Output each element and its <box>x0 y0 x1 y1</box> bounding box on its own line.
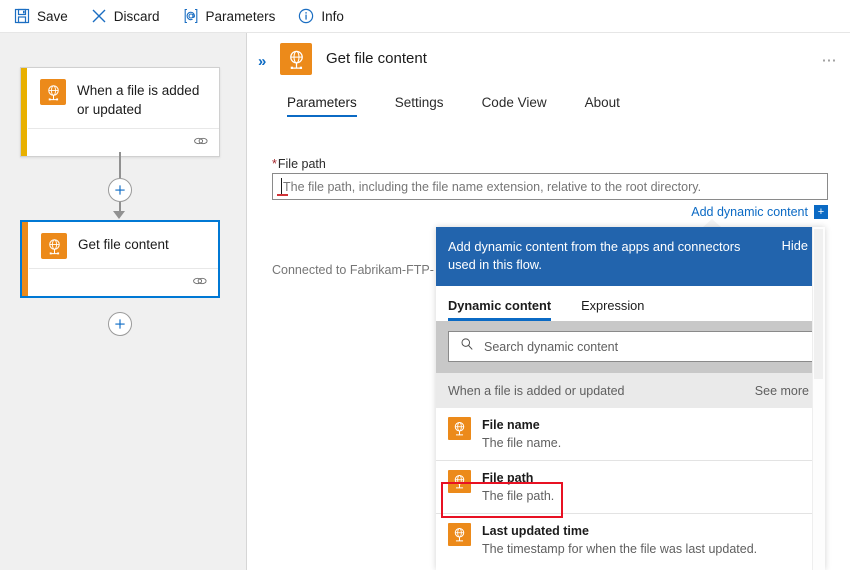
page-title: Get file content <box>326 50 427 67</box>
node-footer <box>28 128 219 156</box>
info-circle-icon <box>298 8 314 24</box>
ftp-connector-icon <box>448 470 471 493</box>
scrollbar-thumb[interactable] <box>814 229 823 379</box>
list-item[interactable]: File path The file path. <box>436 461 825 514</box>
connection-link-icon[interactable] <box>193 134 209 152</box>
flyout-header-text: Add dynamic content from the apps and co… <box>448 238 748 274</box>
flyout-header: Add dynamic content from the apps and co… <box>436 227 825 286</box>
discard-label: Discard <box>114 9 160 24</box>
search-icon <box>460 337 474 356</box>
flow-connector <box>119 152 121 178</box>
connection-status: Connected to Fabrikam-FTP- <box>272 263 434 277</box>
ftp-connector-icon <box>280 43 312 75</box>
ftp-connector-icon <box>40 79 66 105</box>
dynamic-content-list: File name The file name. File path <box>436 408 825 566</box>
chevron-double-right-icon[interactable]: » <box>258 53 265 70</box>
save-icon <box>14 8 30 24</box>
node-header: When a file is added or updated <box>21 68 219 128</box>
plus-icon[interactable]: + <box>814 205 828 219</box>
list-item-description: The file path. <box>482 489 554 503</box>
add-step-button-2[interactable] <box>108 312 132 336</box>
text-caret <box>281 178 282 195</box>
command-bar: Save Discard Parameters <box>0 0 850 33</box>
list-item-name: File path <box>482 471 533 485</box>
flow-node-action[interactable]: Get file content <box>20 220 220 298</box>
list-item[interactable]: File name The file name. <box>436 408 825 461</box>
hide-button[interactable]: Hide <box>782 238 808 253</box>
node-accent-bar <box>22 222 28 296</box>
list-item-description: The timestamp for when the file was last… <box>482 542 757 556</box>
node-title: Get file content <box>78 233 169 254</box>
dynamic-content-group-header: When a file is added or updated See more <box>436 373 825 408</box>
ellipsis-icon[interactable]: ⋯ <box>822 51 839 69</box>
ftp-connector-icon <box>41 233 67 259</box>
node-accent-bar <box>21 68 27 156</box>
list-item[interactable]: Last updated time The timestamp for when… <box>436 514 825 566</box>
ftp-connector-icon <box>448 417 471 440</box>
list-item-description: The file name. <box>482 436 561 450</box>
search-placeholder: Search dynamic content <box>484 340 618 354</box>
save-label: Save <box>37 9 68 24</box>
tab-about[interactable]: About <box>585 95 620 117</box>
ftp-connector-icon <box>448 523 471 546</box>
node-header: Get file content <box>22 222 218 268</box>
list-item-name: Last updated time <box>482 524 589 538</box>
save-button[interactable]: Save <box>14 0 79 33</box>
flyout-tabs: Dynamic content Expression <box>436 286 825 321</box>
see-more-link[interactable]: See more <box>755 384 809 398</box>
flow-arrow <box>113 211 125 219</box>
required-marker: * <box>272 157 277 171</box>
discard-x-icon <box>91 8 107 24</box>
flyout-scrollbar[interactable] <box>812 227 825 570</box>
parameters-button[interactable]: Parameters <box>183 0 287 33</box>
connection-link-icon[interactable] <box>192 274 208 292</box>
list-item-name: File name <box>482 418 540 432</box>
dynamic-content-flyout: Add dynamic content from the apps and co… <box>436 227 825 570</box>
flyout-search-area: Search dynamic content <box>436 321 825 373</box>
details-tabs: Parameters Settings Code View About <box>287 95 658 117</box>
parameters-label: Parameters <box>206 9 276 24</box>
discard-button[interactable]: Discard <box>91 0 171 33</box>
add-dynamic-content-label: Add dynamic content <box>691 205 808 219</box>
designer-canvas: When a file is added or updated <box>0 33 247 570</box>
group-name: When a file is added or updated <box>448 384 625 398</box>
node-footer <box>29 268 218 296</box>
caret-marker <box>277 194 288 196</box>
tab-dynamic-content[interactable]: Dynamic content <box>448 298 551 321</box>
file-path-input[interactable]: The file path, including the file name e… <box>272 173 828 200</box>
parameters-at-icon <box>183 8 199 24</box>
add-dynamic-content-link[interactable]: Add dynamic content + <box>691 205 828 219</box>
info-button[interactable]: Info <box>298 0 355 33</box>
info-label: Info <box>321 9 344 24</box>
app-root: Save Discard Parameters <box>0 0 850 570</box>
plus-icon <box>114 184 126 196</box>
file-path-label: *File path <box>272 157 326 171</box>
node-title: When a file is added or updated <box>77 79 209 119</box>
tab-expression[interactable]: Expression <box>581 298 644 321</box>
file-path-label-text: File path <box>278 157 326 171</box>
search-input[interactable]: Search dynamic content <box>448 331 813 362</box>
flow-node-trigger[interactable]: When a file is added or updated <box>20 67 220 157</box>
plus-icon <box>114 318 126 330</box>
add-step-button-1[interactable] <box>108 178 132 202</box>
file-path-placeholder: The file path, including the file name e… <box>283 180 701 194</box>
tab-code-view[interactable]: Code View <box>482 95 547 117</box>
tab-parameters[interactable]: Parameters <box>287 95 357 117</box>
tab-settings[interactable]: Settings <box>395 95 444 117</box>
